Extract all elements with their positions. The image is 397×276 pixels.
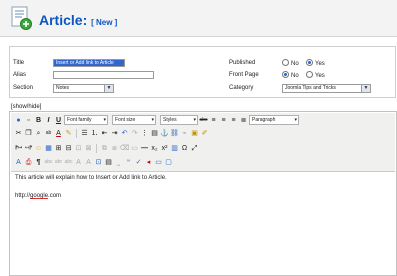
editor: ● ▫ B I U Font family ▾ Font size ▾ Styles… bbox=[9, 111, 397, 276]
special-char-icon[interactable]: Ω bbox=[180, 144, 189, 153]
cleanup-icon[interactable]: ✐ bbox=[200, 129, 209, 138]
align-justify-icon[interactable]: ≣ bbox=[239, 116, 248, 125]
chevron-down-icon: ▼ bbox=[104, 85, 113, 92]
nonbreaking-icon[interactable]: ⎵ bbox=[114, 158, 123, 167]
attribs-icon[interactable]: ⊡ bbox=[94, 158, 103, 167]
superscript-icon[interactable]: x² bbox=[160, 144, 169, 153]
cut-icon[interactable]: ✂ bbox=[14, 129, 23, 138]
anchor-icon[interactable]: ⚓ bbox=[160, 129, 169, 138]
blockquote-icon[interactable]: ❝ bbox=[124, 158, 133, 167]
highlight-icon[interactable]: ✎ bbox=[64, 129, 73, 138]
frontpage-yes-radio[interactable]: Yes bbox=[306, 71, 325, 79]
merge-cells-icon[interactable]: ⧉ bbox=[100, 144, 109, 153]
outdent-icon[interactable]: ⇤ bbox=[100, 129, 109, 138]
pagebreak-icon[interactable]: ▭ bbox=[154, 158, 163, 167]
table-row-icon[interactable]: ⊟ bbox=[64, 144, 73, 153]
paragraph-rtl-icon[interactable]: ↤⁋ bbox=[24, 144, 33, 153]
replace-icon[interactable]: ab bbox=[44, 129, 53, 138]
page-mode: [ New ] bbox=[91, 18, 118, 27]
show-blocks-icon[interactable]: ¶ bbox=[34, 158, 43, 167]
frontpage-label: Front Page bbox=[229, 72, 259, 78]
paste-icon[interactable]: ▤ bbox=[150, 129, 159, 138]
insert-icon[interactable]: A bbox=[74, 158, 83, 167]
page-title: Article: [ New ] bbox=[39, 12, 118, 28]
table-props-icon[interactable]: ⊡ bbox=[74, 144, 83, 153]
cite-icon[interactable]: abc bbox=[44, 158, 53, 167]
horizontal-rule-icon[interactable]: — bbox=[140, 144, 149, 153]
print-icon[interactable]: ⎙ bbox=[24, 158, 33, 167]
published-label: Published bbox=[229, 60, 256, 66]
bold-icon[interactable]: B bbox=[34, 116, 43, 125]
published-no-radio[interactable]: No bbox=[282, 59, 299, 67]
help-icon[interactable]: ● bbox=[14, 116, 23, 125]
insert-layer-icon[interactable]: ▭ bbox=[130, 144, 139, 153]
align-left-icon[interactable]: ≡ bbox=[209, 116, 218, 125]
section-label: Section bbox=[13, 85, 34, 91]
show-hide-toggle[interactable]: [show/hide] bbox=[11, 104, 41, 110]
content-link: http://google.com bbox=[15, 193, 62, 199]
page-header: Article: [ New ] bbox=[0, 0, 397, 37]
list-icon[interactable]: ⋮ bbox=[140, 129, 149, 138]
undo-icon[interactable]: ↶ bbox=[120, 129, 129, 138]
toolbar-row-4: A ⎙ ¶ abc abr abc A A ⊡ ▤ ⎵ ❝ ✓ ◂ ▭ ▢ bbox=[14, 156, 173, 168]
editor-content[interactable]: This article will explain how to Insert … bbox=[15, 175, 167, 211]
underline-icon[interactable]: U bbox=[54, 116, 63, 125]
italic-icon[interactable]: I bbox=[44, 116, 53, 125]
subscript-icon[interactable]: x₂ bbox=[150, 144, 159, 153]
format-select[interactable]: Paragraph ▾ bbox=[249, 115, 299, 125]
font-family-select[interactable]: Font family ▾ bbox=[64, 115, 108, 125]
published-yes-radio[interactable]: Yes bbox=[306, 59, 325, 67]
new-document-icon[interactable]: ▫ bbox=[24, 116, 33, 125]
media-icon[interactable]: ▦ bbox=[44, 144, 53, 153]
emoticon-icon[interactable]: ☺ bbox=[34, 144, 43, 153]
fullscreen-icon[interactable]: ⤢ bbox=[190, 144, 199, 153]
chevron-down-icon: ▼ bbox=[361, 85, 370, 92]
title-input[interactable]: Insert or Add link to Article bbox=[53, 59, 125, 67]
unlink-icon[interactable]: ⌁ bbox=[180, 129, 189, 138]
category-select[interactable]: Joomla Tips and Tricks ▼ bbox=[282, 84, 371, 93]
content-paragraph: This article will explain how to Insert … bbox=[15, 175, 167, 181]
template-icon[interactable]: ▤ bbox=[104, 158, 113, 167]
toolbar-row-1: ● ▫ B I U Font family ▾ Font size ▾ Styles… bbox=[14, 114, 299, 126]
alias-label: Alias bbox=[13, 72, 27, 78]
copy-icon[interactable]: ❐ bbox=[24, 129, 33, 138]
acronym-icon[interactable]: abc bbox=[64, 158, 73, 167]
editor-toolbar: ● ▫ B I U Font family ▾ Font size ▾ Styles… bbox=[11, 113, 395, 172]
delete-icon[interactable]: A bbox=[84, 158, 93, 167]
font-size-select[interactable]: Font size ▾ bbox=[112, 115, 156, 125]
link-icon[interactable]: ⛓ bbox=[170, 129, 179, 138]
readmore-icon[interactable]: ◂ bbox=[144, 158, 153, 167]
category-label: Category bbox=[229, 85, 254, 91]
text-color-icon[interactable]: A bbox=[54, 129, 63, 138]
new-article-icon bbox=[11, 6, 32, 30]
toolbar-row-2: ✂ ❐ ⌕ ab A ✎ ☰ ⒈ ⇤ ⇥ ↶ ↷ ⋮ ▤ ⚓ ⛓ ⌁ ▣ ✐ bbox=[14, 127, 209, 139]
strikethrough-icon[interactable]: abc bbox=[199, 116, 208, 125]
align-center-icon[interactable]: ≡ bbox=[219, 116, 228, 125]
numbered-list-icon[interactable]: ⒈ bbox=[90, 129, 99, 138]
styles-select[interactable]: Styles ▾ bbox=[160, 115, 198, 125]
abbr-icon[interactable]: abr bbox=[54, 158, 63, 167]
table-col-icon[interactable]: ⊠ bbox=[84, 144, 93, 153]
table-icon[interactable]: ⊞ bbox=[54, 144, 63, 153]
paragraph-ltr-icon[interactable]: ⁋↦ bbox=[14, 144, 23, 153]
split-cells-icon[interactable]: ⧈ bbox=[110, 144, 119, 153]
delete-table-icon[interactable]: ⌫ bbox=[120, 144, 130, 153]
bullet-list-icon[interactable]: ☰ bbox=[80, 129, 89, 138]
title-label: Title bbox=[13, 60, 25, 66]
article-details-panel: Title Insert or Add link to Article Alia… bbox=[9, 46, 396, 98]
redo-icon[interactable]: ↷ bbox=[130, 129, 139, 138]
alias-input[interactable] bbox=[53, 71, 154, 79]
section-select[interactable]: Notes ▼ bbox=[53, 84, 114, 93]
image-icon[interactable]: ▣ bbox=[190, 129, 199, 138]
frontpage-no-radio[interactable]: No bbox=[282, 71, 299, 79]
find-icon[interactable]: ⌕ bbox=[34, 129, 43, 138]
spellcheck-icon[interactable]: ✓ bbox=[134, 158, 143, 167]
toolbar-row-3: ⁋↦ ↤⁋ ☺ ▦ ⊞ ⊟ ⊡ ⊠ ⧉ ⧈ ⌫ ▭ — x₂ x² ▥ Ω ⤢ bbox=[14, 142, 199, 154]
style-props-icon[interactable]: A bbox=[14, 158, 23, 167]
indent-icon[interactable]: ⇥ bbox=[110, 129, 119, 138]
preview-icon[interactable]: ▢ bbox=[164, 158, 173, 167]
visual-aid-icon[interactable]: ▥ bbox=[170, 144, 179, 153]
align-right-icon[interactable]: ≡ bbox=[229, 116, 238, 125]
